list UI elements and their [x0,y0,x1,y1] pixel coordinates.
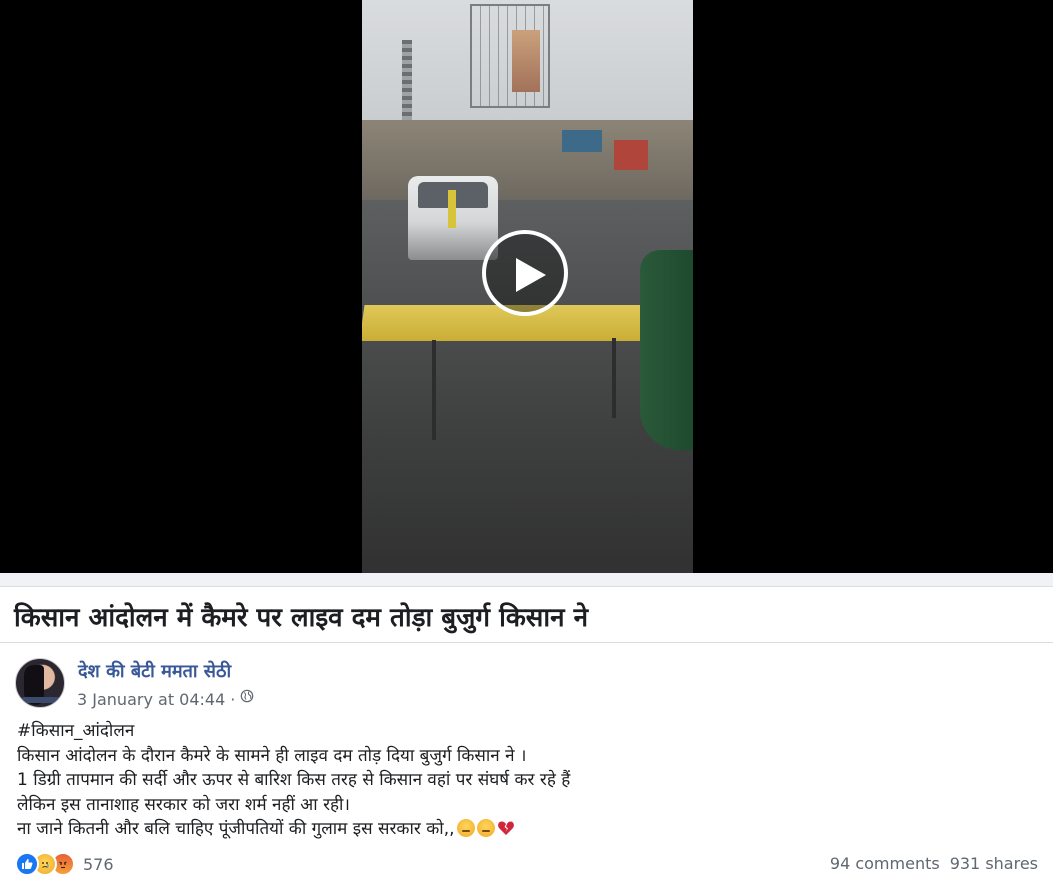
engagement-stats: 94 comments 931 shares [830,854,1038,873]
reaction-count[interactable]: 576 [83,855,114,874]
pensive-face-emoji [456,819,475,837]
video-player[interactable] [0,0,1053,573]
shares-count-link[interactable]: 931 shares [950,854,1038,873]
pensive-face-emoji [476,819,495,837]
avatar-caption [22,697,60,703]
broken-heart-emoji [497,819,515,837]
post-line: लेकिन इस तानाशाह सरकार को जरा शर्म नहीं … [17,794,350,815]
scene-shop-sign [614,140,648,170]
scene-table-leg [432,340,436,440]
post-headline: किसान आंदोलन में कैमरे पर लाइव दम तोड़ा … [14,603,589,633]
post-line: ना जाने कितनी और बलि चाहिए पूंजीपतियों क… [17,819,455,839]
reactions-summary[interactable]: 576 [15,852,114,876]
comments-count-link[interactable]: 94 comments [830,854,940,873]
post-text: #किसान_आंदोलन किसान आंदोलन के दौरान कैमर… [17,719,1027,842]
post-line: 1 डिग्री तापमान की सर्दी और ऊपर से बारिश… [17,770,571,790]
meta-separator: · [230,690,236,709]
post-timestamp[interactable]: 3 January at 04:44 [77,690,225,709]
play-button[interactable] [482,230,568,316]
scene-shop-sign [562,130,602,152]
scene-tower [402,40,412,130]
scene-flag [448,190,456,228]
globe-icon[interactable] [240,689,254,703]
headline-divider [0,642,1053,643]
post-meta: 3 January at 04:44 · [77,689,254,709]
author-name-link[interactable]: देश की बेटी ममता सेठी [78,659,231,683]
post-hashtag[interactable]: #किसान_आंदोलन [17,719,1027,744]
scene-tarp [640,250,693,450]
scene-table-leg [612,338,616,418]
scene-billboard-ad [512,30,540,92]
post-line-last: ना जाने कितनी और बलि चाहिए पूंजीपतियों क… [17,817,1027,842]
post-line: किसान आंदोलन के दौरान कैमरे के सामने ही … [17,745,527,766]
section-divider [0,573,1053,587]
author-avatar[interactable] [15,658,65,708]
play-icon [516,258,546,292]
like-icon [15,852,39,876]
